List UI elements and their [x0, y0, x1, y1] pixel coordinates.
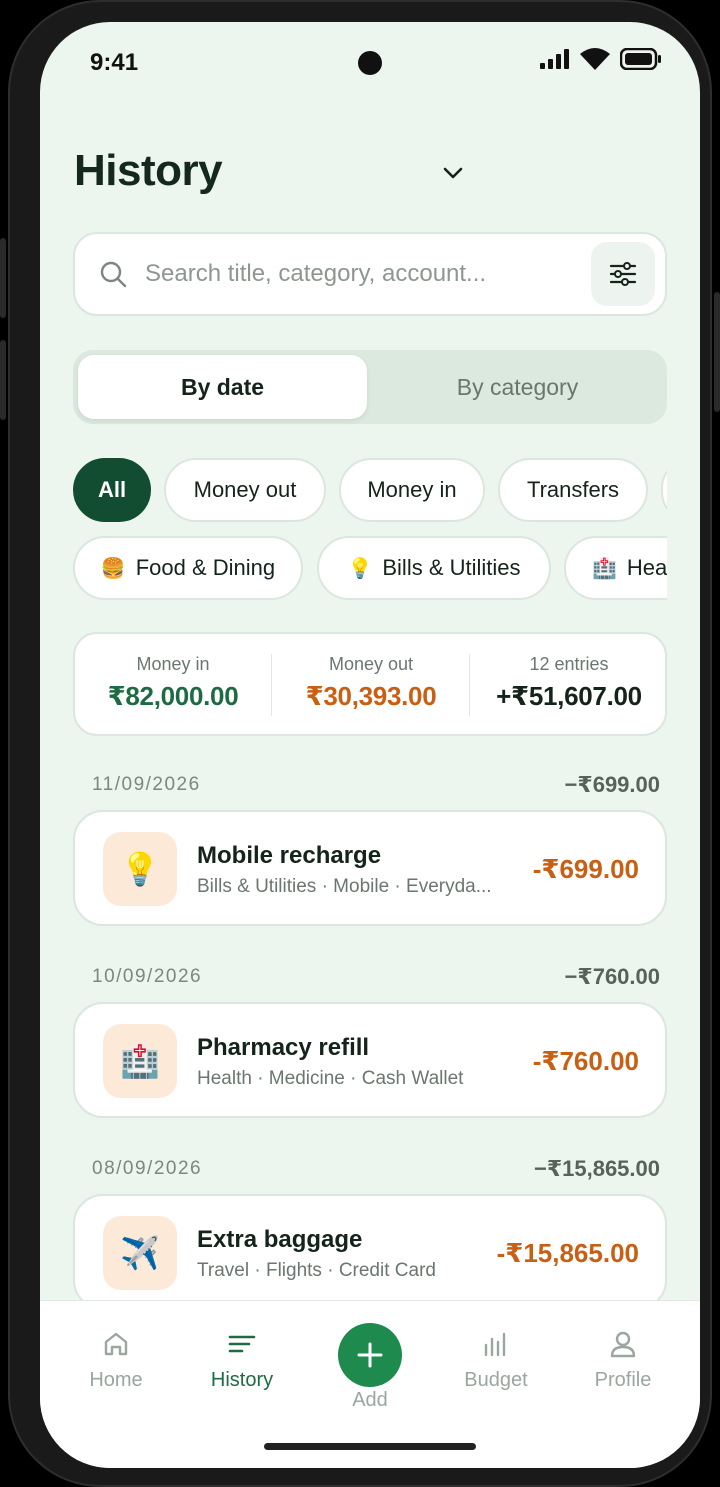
nav-profile[interactable]: Profile: [563, 1329, 683, 1392]
nav-add-label: Add: [352, 1389, 388, 1411]
transaction-title: Extra baggage: [197, 1226, 363, 1253]
chip-money-in[interactable]: Money in: [339, 458, 485, 522]
airplane-icon: ✈️: [103, 1216, 177, 1290]
transaction-card[interactable]: 🏥 Pharmacy refill Health · Medicine · Ca…: [73, 1002, 667, 1118]
nav-home-label: Home: [89, 1369, 143, 1391]
transaction-subtitle: Bills & Utilities · Mobile · Everyda...: [197, 876, 492, 897]
chip-money-out[interactable]: Money out: [164, 458, 326, 522]
chip-health[interactable]: 🏥 Hea: [564, 536, 667, 600]
summary-money-in: Money in ₹82,000.00: [75, 654, 271, 712]
signal-icon: [540, 49, 569, 69]
transaction-card[interactable]: 💡 Mobile recharge Bills & Utilities · Mo…: [73, 810, 667, 926]
summary-money-out-label: Money out: [328, 654, 414, 674]
group-total: −₹760.00: [564, 964, 660, 989]
chip-transfers[interactable]: Transfers: [498, 458, 648, 522]
search-input[interactable]: [145, 254, 565, 294]
nav-history[interactable]: History: [182, 1329, 302, 1392]
transaction-amount: -₹15,865.00: [496, 1238, 639, 1268]
chip-label: Hea: [626, 555, 667, 580]
power-button: [714, 292, 720, 412]
page-title: History: [74, 146, 223, 195]
nav-budget[interactable]: Budget: [436, 1329, 556, 1392]
filter-button[interactable]: [591, 242, 655, 306]
chip-all[interactable]: All: [73, 458, 151, 522]
transaction-amount: -₹699.00: [532, 854, 639, 884]
summary-money-out: Money out ₹30,393.00: [273, 654, 469, 712]
nav-history-label: History: [210, 1369, 274, 1391]
nav-profile-label: Profile: [594, 1369, 652, 1391]
front-camera: [358, 51, 382, 75]
summary-net-value: +₹51,607.00: [496, 681, 642, 711]
summary-card: Money in ₹82,000.00 Money out ₹30,393.00…: [73, 632, 667, 736]
divider: [271, 654, 272, 716]
user-icon: [610, 1331, 636, 1358]
add-button[interactable]: [338, 1323, 402, 1387]
burger-icon: 🍔: [100, 557, 126, 580]
sliders-icon: [609, 262, 637, 286]
summary-money-in-value: ₹82,000.00: [107, 681, 239, 711]
group-total: −₹699.00: [564, 772, 660, 797]
status-icons: [540, 48, 662, 70]
summary-net: 12 entries +₹51,607.00: [471, 654, 667, 712]
transaction-amount: -₹760.00: [532, 1046, 639, 1076]
category-filter-row: 🍔 Food & Dining 💡 Bills & Utilities 🏥 He…: [73, 536, 667, 602]
chip-label: Bills & Utilities: [382, 555, 521, 580]
plus-icon: [357, 1342, 383, 1368]
transaction-subtitle: Travel · Flights · Credit Card: [197, 1260, 436, 1281]
hospital-icon: 🏥: [103, 1024, 177, 1098]
chip-more[interactable]: [661, 458, 667, 522]
transaction-subtitle: Health · Medicine · Cash Wallet: [197, 1068, 464, 1089]
home-icon: [104, 1332, 128, 1356]
divider: [469, 654, 470, 716]
bar-chart-icon: [484, 1332, 506, 1357]
nav-home[interactable]: Home: [56, 1329, 176, 1392]
search-bar: [73, 232, 667, 316]
toggle-by-category[interactable]: By category: [373, 355, 662, 419]
toggle-by-date[interactable]: By date: [78, 355, 367, 419]
summary-money-in-label: Money in: [136, 654, 210, 674]
view-toggle: By date By category: [73, 350, 667, 424]
phone-frame: 9:41 History Search title, category, acc…: [0, 0, 720, 1487]
wifi-icon: [580, 48, 610, 70]
nav-budget-label: Budget: [464, 1369, 528, 1391]
history-list-icon: [228, 1335, 256, 1353]
hospital-icon: 🏥: [592, 557, 617, 580]
home-indicator: [264, 1443, 476, 1450]
transaction-title: Pharmacy refill: [197, 1034, 370, 1061]
summary-money-out-value: ₹30,393.00: [305, 681, 437, 711]
chip-food-dining[interactable]: 🍔 Food & Dining: [73, 536, 303, 600]
app-screen: 9:41 History Search title, category, acc…: [40, 22, 700, 1468]
chevron-down-icon[interactable]: [440, 160, 466, 186]
lightbulb-icon: 💡: [103, 832, 177, 906]
type-filter-row: All Money out Money in Transfers: [73, 458, 667, 524]
volume-up-button: [0, 238, 6, 318]
group-total: −₹15,865.00: [533, 1156, 660, 1181]
status-time: 9:41: [90, 49, 139, 76]
battery-icon: [620, 48, 661, 70]
group-date: 08/09/2026: [92, 1158, 203, 1179]
transaction-title: Mobile recharge: [197, 842, 382, 869]
search-icon: [100, 261, 127, 288]
transaction-card[interactable]: ✈️ Extra baggage Travel · Flights · Cred…: [73, 1194, 667, 1310]
chip-bills-utilities[interactable]: 💡 Bills & Utilities: [317, 536, 551, 600]
group-date: 11/09/2026: [92, 774, 201, 795]
lightbulb-icon: 💡: [347, 557, 373, 580]
group-date: 10/09/2026: [92, 966, 203, 987]
volume-down-button: [0, 340, 6, 420]
summary-entries-label: 12 entries: [529, 654, 609, 674]
bottom-navigation: Home History Add Budget Profile: [40, 1300, 700, 1468]
chip-label: Food & Dining: [135, 555, 276, 580]
